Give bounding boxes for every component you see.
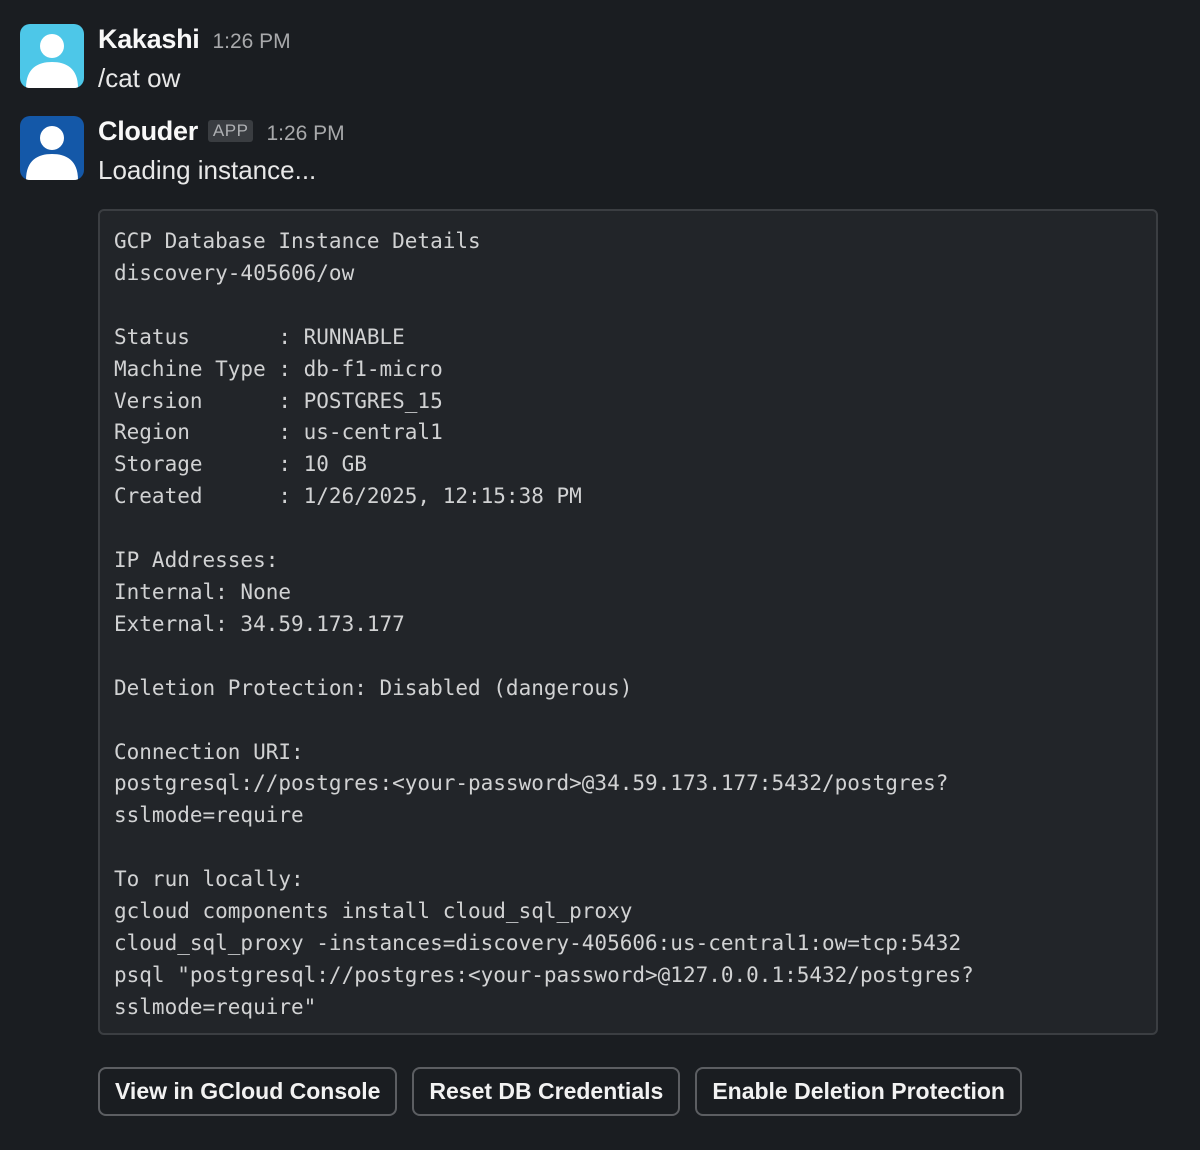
code-line: postgresql://postgres:<your-password>@34… (114, 771, 949, 796)
message-text: Loading instance... (98, 155, 317, 185)
code-line: GCP Database Instance Details (114, 229, 481, 253)
action-buttons: View in GCloud Console Reset DB Credenti… (98, 1067, 1022, 1116)
code-content: GCP Database Instance Details discovery-… (114, 226, 1142, 1024)
app-badge: APP (207, 120, 254, 142)
code-line: psql "postgresql://postgres:<your-passwo… (114, 962, 974, 987)
code-line: Deletion Protection: Disabled (dangerous… (114, 675, 633, 700)
code-line: Machine Type : db-f1-micro (114, 356, 443, 381)
code-line: Created : 1/26/2025, 12:15:38 PM (114, 484, 582, 509)
view-console-button[interactable]: View in GCloud Console (98, 1067, 398, 1116)
code-line: To run locally: (114, 867, 304, 892)
message-body: Kakashi 1:26 PM /cat ow (98, 24, 1160, 94)
message-header: Clouder APP 1:26 PM (98, 116, 1160, 148)
message-text: /cat ow (98, 63, 181, 93)
code-line: gcloud components install cloud_sql_prox… (114, 899, 633, 924)
message-body: Clouder APP 1:26 PM Loading instance... (98, 116, 1160, 186)
enable-deletion-protection-button[interactable]: Enable Deletion Protection (695, 1067, 1022, 1116)
code-line: Status : RUNNABLE (114, 324, 405, 349)
code-line: sslmode=require" (114, 994, 317, 1019)
code-line: Version : POSTGRES_15 (114, 388, 443, 413)
timestamp[interactable]: 1:26 PM (212, 30, 290, 54)
instance-details-code-block: GCP Database Instance Details discovery-… (98, 209, 1158, 1035)
code-line: Internal: None (114, 579, 292, 604)
avatar-kakashi[interactable] (20, 24, 84, 88)
reset-credentials-button[interactable]: Reset DB Credentials (412, 1067, 681, 1116)
person-icon (20, 116, 84, 180)
message-header: Kakashi 1:26 PM (98, 24, 1160, 56)
code-line: Connection URI: (114, 739, 304, 764)
avatar-clouder[interactable] (20, 116, 84, 180)
person-icon (20, 24, 84, 88)
code-line: discovery-405606/ow (114, 260, 355, 285)
code-line: External: 34.59.173.177 (114, 611, 405, 636)
username[interactable]: Kakashi (98, 24, 200, 55)
code-line: Region : us-central1 (114, 420, 443, 445)
timestamp[interactable]: 1:26 PM (266, 122, 344, 146)
username[interactable]: Clouder (98, 116, 198, 147)
code-line: Storage : 10 GB (114, 452, 367, 477)
code-line: sslmode=require (114, 803, 304, 828)
code-line: IP Addresses: (114, 548, 279, 573)
code-line: cloud_sql_proxy -instances=discovery-405… (114, 930, 962, 955)
